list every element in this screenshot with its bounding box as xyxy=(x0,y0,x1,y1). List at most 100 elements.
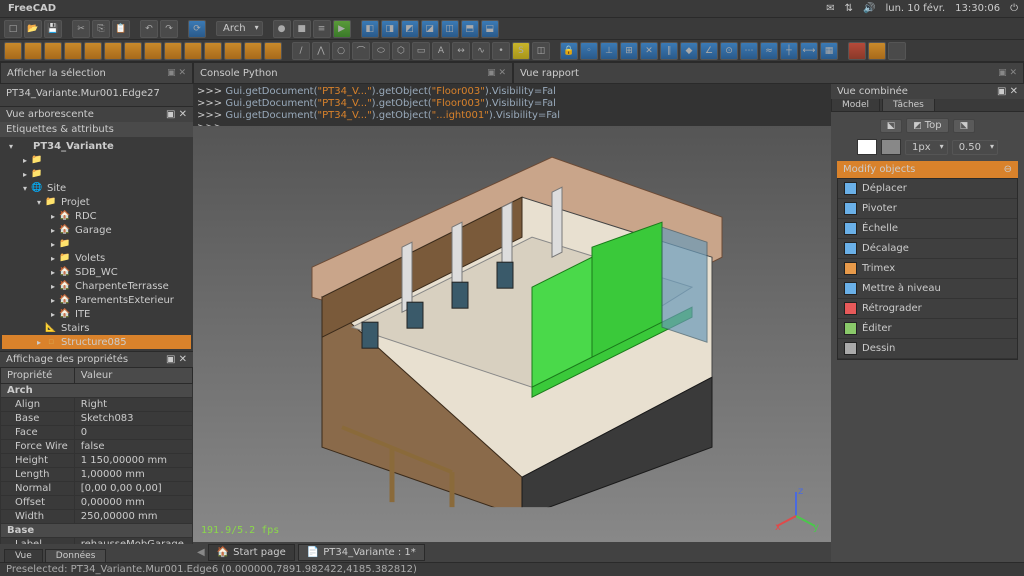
tree-node[interactable]: ▾📁Projet xyxy=(2,195,191,209)
property-row[interactable]: Height1 150,00000 mm xyxy=(1,454,193,468)
property-row[interactable]: AlignRight xyxy=(1,398,193,412)
arch-window-button[interactable] xyxy=(124,42,142,60)
view-rear-button[interactable]: ◫ xyxy=(441,20,459,38)
snap-int-button[interactable]: ✕ xyxy=(640,42,658,60)
view-iso-button[interactable]: ◧ xyxy=(361,20,379,38)
tab-model[interactable]: Model xyxy=(831,99,880,111)
draft-point-button[interactable]: • xyxy=(492,42,510,60)
modify-item[interactable]: Déplacer xyxy=(838,179,1017,199)
tree-node[interactable]: ▸🏠Garage xyxy=(2,223,191,237)
modify-item[interactable]: Échelle xyxy=(838,219,1017,239)
snap-par-button[interactable]: ∥ xyxy=(660,42,678,60)
arch-wall-button[interactable] xyxy=(4,42,22,60)
arch-roof-button[interactable] xyxy=(144,42,162,60)
draft-facebinder-button[interactable]: ◫ xyxy=(532,42,550,60)
property-row[interactable]: Length1,00000 mm xyxy=(1,468,193,482)
arch-panel-button[interactable] xyxy=(244,42,262,60)
property-panel-close[interactable]: ▣ ✕ xyxy=(166,354,187,365)
modify-item[interactable]: Rétrograder xyxy=(838,299,1017,319)
view-left-button[interactable]: ⬓ xyxy=(481,20,499,38)
draft-line-button[interactable]: / xyxy=(292,42,310,60)
tab-data[interactable]: Données xyxy=(45,549,107,562)
modify-item[interactable]: Mettre à niveau xyxy=(838,279,1017,299)
network-icon[interactable]: ⇅ xyxy=(845,3,853,14)
draft-string-button[interactable]: S xyxy=(512,42,530,60)
tabs-scroll-left[interactable]: ◀ xyxy=(197,547,205,558)
view-prev-button[interactable]: ⬕ xyxy=(880,119,903,133)
arch-site-button[interactable] xyxy=(104,42,122,60)
property-row[interactable]: Offset0,00000 mm xyxy=(1,496,193,510)
snap-ortho-button[interactable]: ┼ xyxy=(780,42,798,60)
arch-axis-button[interactable] xyxy=(164,42,182,60)
view-top-button-2[interactable]: ◩ Top xyxy=(906,118,948,133)
doctab-start[interactable]: 🏠Start page xyxy=(208,544,295,561)
property-row[interactable]: Width250,00000 mm xyxy=(1,510,193,524)
open-button[interactable]: 📂 xyxy=(24,20,42,38)
viewport-3d[interactable]: 191.9/5.2 fps z y x xyxy=(193,126,831,542)
undo-button[interactable]: ↶ xyxy=(140,20,158,38)
app-icon-3[interactable] xyxy=(888,42,906,60)
draft-dim-button[interactable]: ↔ xyxy=(452,42,470,60)
tree-node[interactable]: ▸🏠CharpenteTerrasse xyxy=(2,279,191,293)
tree-node[interactable]: ▸📁 xyxy=(2,167,191,181)
snap-lock-button[interactable]: 🔒 xyxy=(560,42,578,60)
tree-node[interactable]: ▾🌐Site xyxy=(2,181,191,195)
draft-circle-button[interactable]: ○ xyxy=(332,42,350,60)
modify-item[interactable]: Trimex xyxy=(838,259,1017,279)
python-console[interactable]: >>> Gui.getDocument("PT34_V...").getObje… xyxy=(193,84,831,126)
modify-item[interactable]: Éditer xyxy=(838,319,1017,339)
paste-button[interactable]: 📋 xyxy=(112,20,130,38)
tree-node[interactable]: ▸▫Structure085 xyxy=(2,335,191,349)
macro-play-button[interactable]: ▶ xyxy=(333,20,351,38)
arch-space-button[interactable] xyxy=(204,42,222,60)
draft-text-button[interactable]: A xyxy=(432,42,450,60)
property-row[interactable]: BaseSketch083 xyxy=(1,412,193,426)
tree-node[interactable]: ▸📁 xyxy=(2,237,191,251)
tab-view[interactable]: Vue xyxy=(4,549,43,562)
view-front-button[interactable]: ◨ xyxy=(381,20,399,38)
arch-building-button[interactable] xyxy=(84,42,102,60)
arch-rebar-button[interactable] xyxy=(44,42,62,60)
linewidth-select[interactable]: 1px xyxy=(905,140,948,155)
arch-floor-button[interactable] xyxy=(64,42,82,60)
macro-stop-button[interactable]: ■ xyxy=(293,20,311,38)
redo-button[interactable]: ↷ xyxy=(160,20,178,38)
view-bottom-button[interactable]: ⬒ xyxy=(461,20,479,38)
property-row[interactable]: Arch xyxy=(1,384,193,398)
new-button[interactable]: □ xyxy=(4,20,22,38)
app-icon-1[interactable] xyxy=(848,42,866,60)
snap-grid-button[interactable]: ⊞ xyxy=(620,42,638,60)
draft-polygon-button[interactable]: ⬡ xyxy=(392,42,410,60)
selection-panel-close[interactable]: ▣ ✕ xyxy=(167,68,186,78)
modify-item[interactable]: Décalage xyxy=(838,239,1017,259)
macro-list-button[interactable]: ≡ xyxy=(313,20,331,38)
draft-arc-button[interactable]: ⌒ xyxy=(352,42,370,60)
cut-button[interactable]: ✂ xyxy=(72,20,90,38)
snap-end-button[interactable]: ◆ xyxy=(680,42,698,60)
workbench-selector[interactable]: Arch xyxy=(216,21,263,36)
facecolor-swatch[interactable] xyxy=(857,139,877,155)
macro-rec-button[interactable]: ● xyxy=(273,20,291,38)
property-row[interactable]: Base xyxy=(1,524,193,538)
arch-structure-button[interactable] xyxy=(24,42,42,60)
tree-node[interactable]: ▸🏠ParementsExterieur xyxy=(2,293,191,307)
tree-node[interactable]: ▸📁 xyxy=(2,153,191,167)
refresh-button[interactable]: ⟳ xyxy=(188,20,206,38)
arch-section-button[interactable] xyxy=(184,42,202,60)
snap-ang-button[interactable]: ∠ xyxy=(700,42,718,60)
snap-near-button[interactable]: ≈ xyxy=(760,42,778,60)
tree-node[interactable]: ▸🏠RDC xyxy=(2,209,191,223)
property-body[interactable]: PropriétéValeurArchAlignRightBaseSketch0… xyxy=(0,367,193,544)
tree-panel-close[interactable]: ▣ ✕ xyxy=(166,109,187,120)
tree-node[interactable]: ▸🏠SDB_WC xyxy=(2,265,191,279)
snap-perp-button[interactable]: ⊥ xyxy=(600,42,618,60)
property-row[interactable]: Force Wirefalse xyxy=(1,440,193,454)
property-row[interactable]: Face0 xyxy=(1,426,193,440)
tab-tasks[interactable]: Tâches xyxy=(882,99,935,111)
view-right-button[interactable]: ◪ xyxy=(421,20,439,38)
modify-item[interactable]: Pivoter xyxy=(838,199,1017,219)
power-icon[interactable]: ⏻ xyxy=(1010,3,1018,14)
draft-ellipse-button[interactable]: ⬭ xyxy=(372,42,390,60)
draft-wire-button[interactable]: ⋀ xyxy=(312,42,330,60)
snap-cen-button[interactable]: ⊙ xyxy=(720,42,738,60)
